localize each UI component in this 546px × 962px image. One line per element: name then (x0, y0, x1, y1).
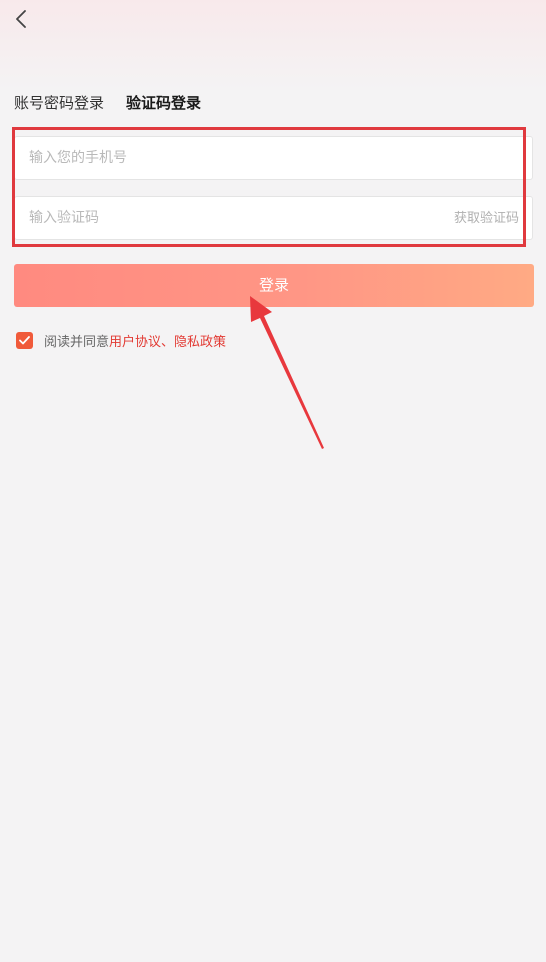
agreement-row: 阅读并同意 用户协议 、 隐私政策 (16, 331, 226, 350)
code-field: 获取验证码 (14, 196, 533, 240)
tab-code-login[interactable]: 验证码登录 (126, 93, 201, 113)
check-icon (19, 336, 30, 345)
get-code-button[interactable]: 获取验证码 (454, 197, 519, 241)
login-button[interactable]: 登录 (14, 264, 534, 307)
user-agreement-link[interactable]: 用户协议 (109, 331, 161, 350)
chevron-left-icon (16, 10, 26, 28)
login-tabs: 账号密码登录 验证码登录 (14, 93, 201, 113)
phone-input[interactable] (29, 137, 409, 179)
header-background (0, 0, 546, 90)
back-button[interactable] (8, 6, 34, 32)
tab-password-login[interactable]: 账号密码登录 (14, 93, 104, 113)
agree-checkbox[interactable] (16, 332, 33, 349)
agreement-separator: 、 (161, 335, 175, 350)
agreement-prefix: 阅读并同意 (44, 335, 110, 350)
phone-field (14, 136, 533, 180)
privacy-policy-link[interactable]: 隐私政策 (174, 331, 226, 350)
code-input[interactable] (29, 197, 409, 239)
